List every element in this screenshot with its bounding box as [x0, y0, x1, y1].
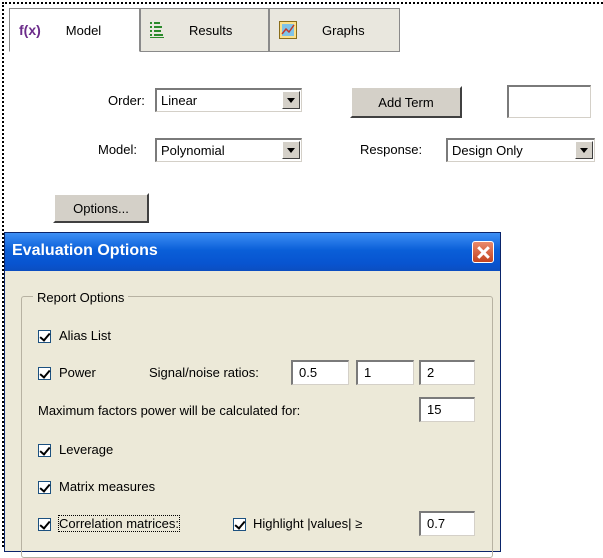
highlight-checkbox[interactable] [233, 518, 246, 531]
response-value: Design Only [452, 143, 523, 158]
tab-model-label: Model [65, 22, 102, 38]
max-factors-value: 15 [427, 402, 442, 417]
alias-list-label[interactable]: Alias List [59, 328, 111, 343]
order-value: Linear [161, 93, 198, 108]
options-label: Options... [73, 200, 129, 216]
tab-results-label: Results [189, 22, 233, 38]
highlight-label[interactable]: Highlight |values| ≥ [253, 516, 362, 531]
response-combo[interactable]: Design Only [446, 138, 595, 162]
add-term-label: Add Term [378, 94, 434, 110]
order-label: Order: [108, 93, 145, 108]
correlation-matrices-label[interactable]: Correlation matrices: [58, 515, 180, 532]
add-term-button[interactable]: Add Term [350, 86, 462, 118]
leverage-label[interactable]: Leverage [59, 442, 113, 457]
report-options-legend: Report Options [33, 290, 129, 305]
signal-noise-label: Signal/noise ratios: [149, 365, 259, 380]
model-label: Model: [98, 142, 138, 157]
response-label: Response: [360, 142, 423, 157]
close-icon[interactable] [472, 241, 494, 263]
options-button[interactable]: Options... [53, 193, 149, 223]
tab-results[interactable]: Results [140, 8, 269, 52]
chevron-down-icon[interactable] [575, 141, 593, 159]
leverage-checkbox[interactable] [38, 444, 51, 457]
alias-list-checkbox[interactable] [38, 330, 51, 343]
function-icon: f(x) [19, 22, 41, 38]
signal-noise-value-1: 0.5 [299, 365, 318, 380]
highlight-value: 0.7 [427, 516, 446, 531]
signal-noise-value-2: 1 [364, 365, 372, 380]
signal-noise-field-2[interactable]: 1 [356, 360, 414, 385]
power-label[interactable]: Power [59, 365, 96, 380]
order-combo[interactable]: Linear [155, 88, 302, 112]
matrix-measures-checkbox[interactable] [38, 481, 51, 494]
results-list-icon [150, 21, 164, 39]
signal-noise-field-1[interactable]: 0.5 [291, 360, 349, 385]
evaluation-options-dialog: Evaluation Options Report Options Alias … [4, 232, 501, 558]
max-factors-label: Maximum factors power will be calculated… [38, 403, 301, 418]
graph-icon [279, 21, 297, 39]
max-factors-field[interactable]: 15 [419, 397, 475, 422]
chevron-down-icon[interactable] [282, 91, 300, 109]
add-term-field[interactable] [507, 85, 591, 118]
power-checkbox[interactable] [38, 367, 51, 380]
tab-graphs-label: Graphs [322, 22, 365, 38]
correlation-matrices-checkbox[interactable] [38, 518, 51, 531]
matrix-measures-label[interactable]: Matrix measures [59, 479, 155, 494]
chevron-down-icon[interactable] [282, 141, 300, 159]
signal-noise-field-3[interactable]: 2 [419, 360, 475, 385]
model-value: Polynomial [161, 143, 225, 158]
model-combo[interactable]: Polynomial [155, 138, 302, 162]
tab-model[interactable]: f(x) Model [9, 8, 140, 52]
highlight-field[interactable]: 0.7 [419, 511, 475, 536]
signal-noise-value-3: 2 [427, 365, 435, 380]
tab-graphs[interactable]: Graphs [269, 8, 400, 52]
dialog-title: Evaluation Options [12, 242, 158, 259]
dialog-titlebar[interactable]: Evaluation Options [5, 233, 500, 271]
tab-strip-border [140, 51, 400, 52]
